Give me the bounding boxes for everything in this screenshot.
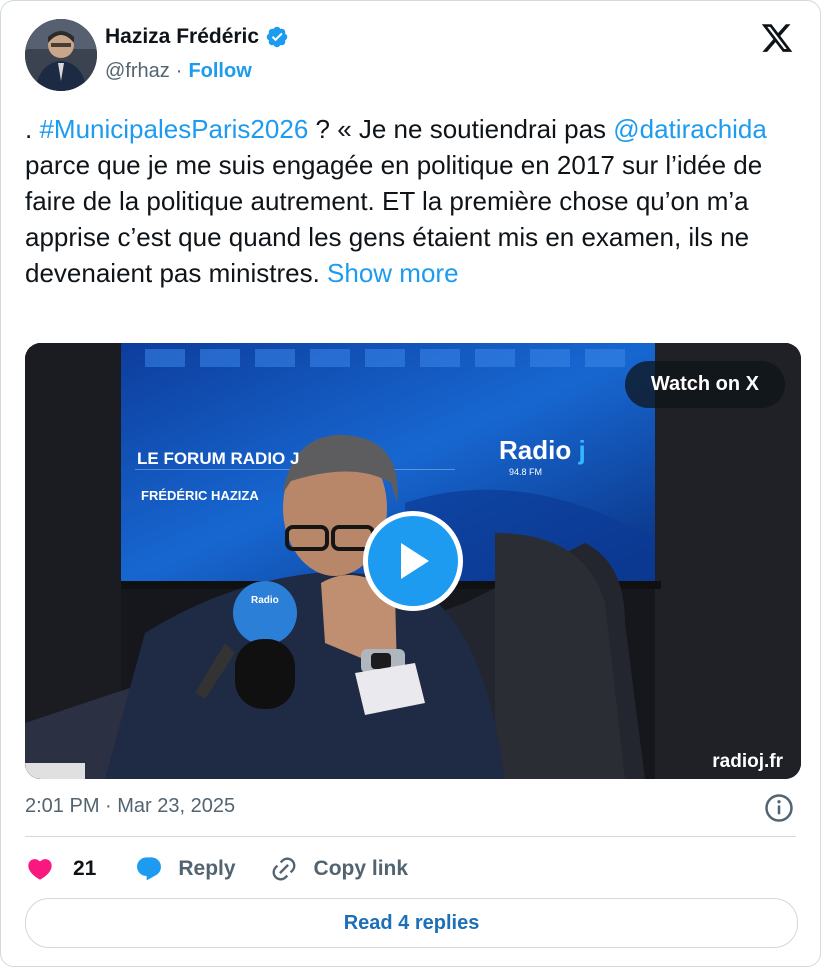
divider <box>25 836 796 837</box>
info-icon[interactable] <box>764 793 794 823</box>
like-count: 21 <box>73 857 97 880</box>
radio-logo-j-icon: ϳ <box>578 435 586 465</box>
reply-button[interactable]: Reply <box>134 855 236 883</box>
separator-dot: · <box>175 60 183 82</box>
radio-logo-text: Radio <box>499 435 572 465</box>
follow-button[interactable]: Follow <box>188 60 251 83</box>
tweet-card: Haziza Frédéric @frhaz · Follow . #Munic… <box>0 0 821 967</box>
avatar[interactable] <box>25 19 97 91</box>
tweet-header: Haziza Frédéric @frhaz · Follow <box>25 19 796 91</box>
author-handle-row: @frhaz · Follow <box>105 60 252 83</box>
author-name[interactable]: Haziza Frédéric <box>105 25 259 49</box>
show-more-link[interactable]: Show more <box>327 258 459 288</box>
copy-link-label: Copy link <box>313 857 409 880</box>
hashtag-link[interactable]: #MunicipalesParis2026 <box>39 114 308 144</box>
radio-logo: Radio ϳ <box>499 435 586 466</box>
tweet-timestamp[interactable]: 2:01 PM · Mar 23, 2025 <box>25 795 235 818</box>
reply-label: Reply <box>178 857 236 880</box>
link-icon <box>272 857 296 881</box>
svg-text:Radio: Radio <box>251 595 279 606</box>
screen-title: LE FORUM RADIO J <box>137 449 300 468</box>
screen-subtitle: FRÉDÉRIC HAZIZA <box>141 488 259 503</box>
watch-on-x-button[interactable]: Watch on X <box>624 361 785 408</box>
text-part-1: ? « Je ne soutiendrai pas <box>308 114 614 144</box>
media-watermark: radioj.fr <box>712 751 783 772</box>
radio-frequency: 94.8 FM <box>509 467 543 477</box>
reply-bubble-icon <box>137 857 162 881</box>
like-button[interactable]: 21 <box>25 855 96 883</box>
copy-link-button[interactable]: Copy link <box>270 855 409 883</box>
tweet-text: . #MunicipalesParis2026 ? « Je ne soutie… <box>25 111 800 291</box>
heart-icon <box>28 859 52 880</box>
text-prefix: . <box>25 114 40 144</box>
play-icon <box>401 543 429 579</box>
verified-badge-icon <box>266 26 288 48</box>
mention-link[interactable]: @datirachida <box>613 114 767 144</box>
video-player[interactable]: Radio LE FORUM RADIO J FRÉDÉRIC HAZIZA R… <box>25 343 801 779</box>
author-handle[interactable]: @frhaz <box>105 60 170 83</box>
play-button[interactable] <box>363 511 463 611</box>
x-logo-icon[interactable] <box>760 21 794 55</box>
action-bar: 21 Reply Copy link <box>25 849 408 889</box>
author-name-row: Haziza Frédéric <box>105 25 289 49</box>
read-replies-button[interactable]: Read 4 replies <box>25 898 798 948</box>
